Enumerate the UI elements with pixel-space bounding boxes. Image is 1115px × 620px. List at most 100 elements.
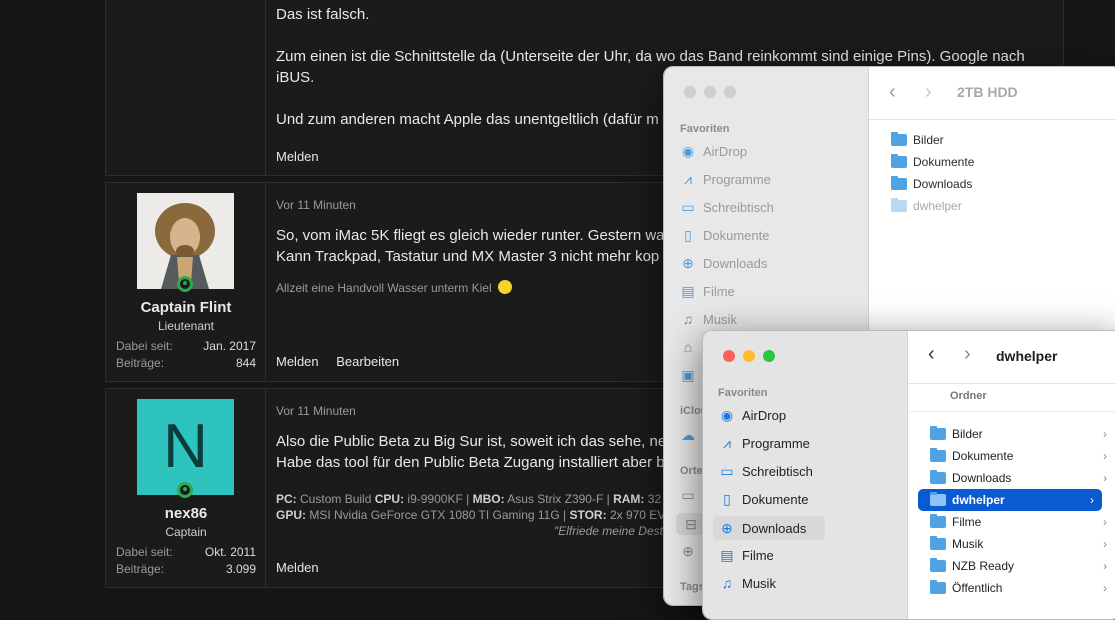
folder-icon bbox=[930, 558, 946, 572]
file-row[interactable]: Dokumente › bbox=[930, 448, 1115, 463]
username[interactable]: nex86 bbox=[106, 505, 266, 522]
file-row[interactable]: Musik › bbox=[930, 536, 1115, 551]
file-name: Downloads bbox=[913, 177, 973, 191]
file-name: Bilder bbox=[952, 427, 983, 441]
post-author-panel bbox=[106, 0, 266, 175]
movies-icon: ▤ bbox=[720, 547, 734, 563]
edit-link[interactable]: Bearbeiten bbox=[336, 354, 399, 369]
file-name: Downloads bbox=[952, 471, 1012, 485]
sidebar-item-filme[interactable]: ▤ Filme bbox=[680, 283, 734, 300]
sidebar-item-downloads[interactable]: ⊕ Downloads bbox=[680, 255, 767, 272]
stat-value: 844 bbox=[235, 356, 256, 370]
sig-label: GPU: bbox=[276, 508, 306, 522]
avatar[interactable] bbox=[137, 193, 234, 289]
applications-icon: ⩘ bbox=[684, 171, 692, 187]
sidebar-item-programme[interactable]: ⩘ Programme bbox=[719, 435, 810, 452]
file-row[interactable]: Bilder › bbox=[930, 426, 1115, 441]
file-row[interactable]: Öffentlich › bbox=[930, 580, 1115, 595]
signature: Allzeit eine Handvoll Wasser unterm Kiel bbox=[276, 280, 512, 297]
sidebar-item-label: Musik bbox=[742, 575, 776, 591]
sidebar-item-computer[interactable]: ▭ bbox=[680, 487, 703, 504]
sidebar-item-airdrop[interactable]: ◉ AirDrop bbox=[680, 143, 747, 160]
file-row-selected[interactable]: dwhelper › bbox=[918, 489, 1102, 511]
finder-window-front[interactable]: Favoriten ◉ AirDrop ⩘ Programme ▭ Schreibti… bbox=[702, 330, 1115, 620]
close-button[interactable] bbox=[684, 86, 696, 98]
sidebar-item-dokumente[interactable]: ▯ Dokumente bbox=[719, 491, 808, 508]
stat-value: Okt. 2011 bbox=[204, 545, 256, 559]
zoom-button[interactable] bbox=[763, 350, 775, 362]
document-icon: ▯ bbox=[723, 491, 731, 507]
stat-label: Dabei seit: bbox=[116, 545, 173, 559]
report-link[interactable]: Melden bbox=[276, 354, 319, 369]
sidebar-item-musik[interactable]: ♫ Musik bbox=[680, 311, 737, 327]
sidebar-item-airdrop[interactable]: ◉ AirDrop bbox=[719, 407, 786, 424]
sidebar-item-programme[interactable]: ⩘ Programme bbox=[680, 171, 771, 188]
sidebar-header-favorites: Favoriten bbox=[718, 387, 768, 399]
stat-posts: Beiträge: 844 bbox=[116, 356, 256, 370]
folder-icon bbox=[930, 514, 946, 528]
column-header: Ordner bbox=[950, 390, 987, 402]
forward-icon[interactable]: › bbox=[964, 343, 971, 366]
back-icon[interactable]: ‹ bbox=[928, 343, 935, 366]
signature-text: Allzeit eine Handvoll Wasser unterm Kiel bbox=[276, 281, 492, 295]
file-row[interactable]: Dokumente bbox=[891, 154, 974, 169]
sidebar-item-home[interactable]: ⌂ bbox=[680, 339, 703, 355]
post-text: Habe das tool für den Public Beta Zugang… bbox=[276, 454, 665, 471]
chevron-right-icon: › bbox=[1103, 449, 1107, 463]
folder-icon bbox=[930, 470, 946, 484]
chevron-right-icon: › bbox=[1103, 515, 1107, 529]
downloads-icon: ⊕ bbox=[682, 255, 694, 271]
music-icon: ♫ bbox=[682, 311, 694, 327]
sidebar-item-schreibtisch[interactable]: ▭ Schreibtisch bbox=[719, 463, 812, 480]
signature-line: GPU: MSI Nvidia GeForce GTX 1080 TI Gami… bbox=[276, 507, 675, 524]
sidebar-item-schreibtisch[interactable]: ▭ Schreibtisch bbox=[680, 199, 774, 216]
post-text: Also die Public Beta zu Big Sur ist, sow… bbox=[276, 433, 667, 450]
sidebar-item-label: Programme bbox=[742, 436, 810, 451]
report-link[interactable]: Melden bbox=[276, 149, 319, 164]
airdrop-icon: ◉ bbox=[681, 143, 695, 159]
avatar[interactable]: N bbox=[137, 399, 234, 495]
close-button[interactable] bbox=[723, 350, 735, 362]
music-icon: ♫ bbox=[721, 575, 733, 591]
disk-icon: ⊟ bbox=[685, 515, 697, 532]
user-rank: Captain bbox=[165, 525, 207, 539]
back-icon[interactable]: ‹ bbox=[889, 81, 896, 104]
online-status-icon bbox=[177, 482, 193, 498]
post-timestamp[interactable]: Vor 11 Minuten bbox=[276, 401, 356, 422]
sidebar-item-label: Downloads bbox=[703, 256, 768, 271]
sidebar-item-musik[interactable]: ♫ Musik bbox=[719, 575, 776, 591]
cloud-icon: ☁ bbox=[681, 427, 695, 443]
username[interactable]: Captain Flint bbox=[106, 299, 266, 316]
sidebar-item-dokumente[interactable]: ▯ Dokumente bbox=[680, 227, 769, 244]
file-row[interactable]: Downloads › bbox=[930, 470, 1115, 485]
computer-icon: ▭ bbox=[681, 487, 695, 503]
sig-label: RAM: bbox=[613, 492, 645, 506]
file-row[interactable]: Filme › bbox=[930, 514, 1115, 529]
report-link[interactable]: Melden bbox=[276, 560, 319, 575]
minimize-button[interactable] bbox=[743, 350, 755, 362]
sig-value: i9-9900KF | bbox=[407, 492, 470, 506]
post-text: iBUS. bbox=[276, 69, 315, 86]
post-text: Zum einen ist die Schnittstelle da (Unte… bbox=[276, 48, 1025, 65]
sidebar-item-pictures[interactable]: ▣ bbox=[680, 367, 703, 384]
sidebar-item-downloads[interactable]: ⊕ Downloads bbox=[713, 516, 825, 540]
post-timestamp[interactable]: Vor 11 Minuten bbox=[276, 195, 356, 216]
sidebar-item-icloud-drive[interactable]: ☁ bbox=[680, 427, 703, 444]
sidebar-item-filme[interactable]: ▤ Filme bbox=[719, 547, 773, 564]
downloads-icon: ⊕ bbox=[721, 519, 733, 536]
sidebar-item-network[interactable]: ⊕ bbox=[680, 543, 703, 560]
zoom-button[interactable] bbox=[724, 86, 736, 98]
file-name: Filme bbox=[952, 515, 982, 529]
header-divider bbox=[908, 411, 1115, 412]
file-row[interactable]: dwhelper bbox=[891, 198, 962, 213]
file-name: NZB Ready bbox=[952, 559, 1015, 573]
post-text: Kann Trackpad, Tastatur und MX Master 3 … bbox=[276, 248, 660, 265]
sidebar-item-label: Schreibtisch bbox=[703, 200, 774, 215]
forward-icon[interactable]: › bbox=[925, 81, 932, 104]
file-row[interactable]: NZB Ready › bbox=[930, 558, 1115, 573]
minimize-button[interactable] bbox=[704, 86, 716, 98]
sidebar-item-label: AirDrop bbox=[703, 144, 748, 159]
file-row[interactable]: Downloads bbox=[891, 176, 973, 191]
file-row[interactable]: Bilder bbox=[891, 132, 944, 147]
stat-posts: Beiträge: 3.099 bbox=[116, 562, 256, 576]
